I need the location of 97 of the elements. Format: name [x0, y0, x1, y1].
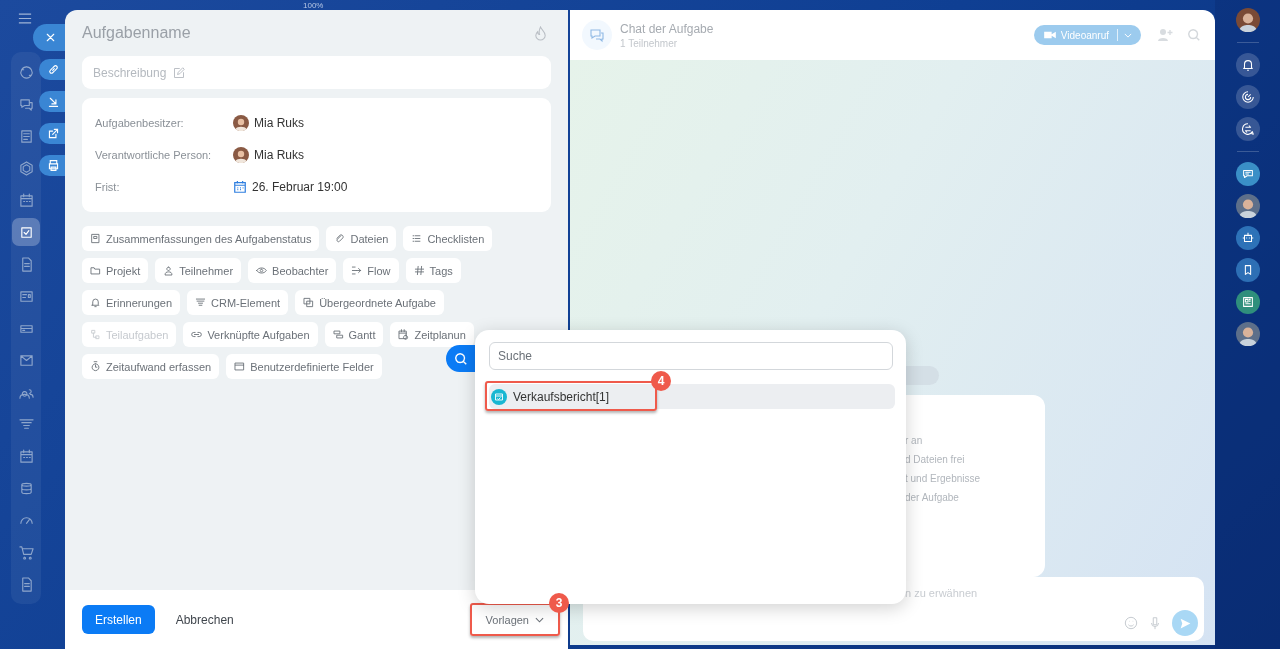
hash-icon: [413, 265, 425, 276]
folder-icon: [90, 265, 101, 276]
option-chip[interactable]: Übergeordnete Aufgabe: [295, 290, 444, 315]
template-item[interactable]: Verkaufsbericht[1]: [489, 384, 895, 409]
ring-icon: [18, 64, 34, 80]
news-icon[interactable]: [1235, 290, 1260, 314]
option-chip[interactable]: Erinnerungen: [82, 290, 181, 315]
checkbox-icon: [18, 224, 34, 240]
calendar-icon: [18, 448, 34, 464]
camera-icon: [1042, 30, 1057, 40]
mail-icon: [18, 352, 34, 368]
funnel-icon: [195, 297, 207, 308]
chat-icon: [582, 20, 612, 50]
quick-action-button[interactable]: [39, 59, 67, 80]
option-chip[interactable]: Zeitplanun: [390, 322, 474, 347]
spiral-icon[interactable]: [1235, 85, 1260, 109]
hexagon-icon: [18, 160, 34, 176]
zoom-label: 100%: [303, 1, 324, 10]
cart-icon: [18, 544, 34, 560]
database-icon: [18, 480, 34, 496]
cancel-button[interactable]: Abbrechen: [154, 605, 255, 634]
step-marker: 4: [651, 371, 671, 391]
step-marker: 3: [549, 593, 569, 613]
field-value[interactable]: Mia Ruks: [254, 148, 304, 162]
option-chip[interactable]: Teilnehmer: [155, 258, 242, 283]
link-icon: [191, 329, 203, 340]
avatar: [233, 147, 249, 163]
quick-action-button[interactable]: [39, 91, 67, 112]
calendar-icon: [233, 180, 247, 194]
option-chip[interactable]: Benutzerdefinierte Felder: [226, 354, 382, 379]
flow-icon: [351, 265, 363, 276]
link-icon: [46, 63, 60, 76]
funnel-icon: [18, 416, 34, 432]
field-label: Verantwortliche Person:: [95, 149, 213, 161]
field-value[interactable]: Mia Ruks: [254, 116, 304, 130]
edit-icon: [173, 66, 185, 79]
print-icon: [46, 159, 60, 172]
avatar: [233, 115, 249, 131]
arrow-icon: [46, 95, 60, 108]
option-chip[interactable]: Zeitaufwand erfassen: [82, 354, 220, 379]
calendar-clock-icon: [398, 329, 410, 340]
caret-icon: [535, 616, 544, 623]
stopwatch-icon: [90, 361, 101, 372]
person-icon: [163, 265, 175, 276]
task-link-icon: [303, 297, 315, 308]
menu-icon[interactable]: [18, 13, 32, 24]
caret-icon: [1124, 32, 1132, 38]
option-chip[interactable]: Dateien: [326, 226, 397, 251]
paperclip-icon: [334, 233, 346, 244]
emoji-icon[interactable]: [1124, 616, 1138, 630]
chat-icon: [18, 96, 34, 112]
search-field[interactable]: Suche: [489, 342, 893, 370]
send-icon: [1178, 616, 1192, 630]
avatar[interactable]: [1235, 322, 1260, 346]
subtasks-icon: [90, 329, 101, 340]
document-icon: [18, 128, 34, 144]
quick-action-button[interactable]: [39, 155, 67, 176]
external-link-icon: [46, 127, 60, 140]
description-field[interactable]: Beschreibung: [93, 65, 171, 80]
option-chip[interactable]: CRM-Element: [187, 290, 289, 315]
option-chip[interactable]: Verknüpfte Aufgaben: [183, 322, 318, 347]
bookmark-icon[interactable]: [1235, 258, 1260, 282]
document-icon: [90, 233, 101, 244]
flame-icon[interactable]: [533, 25, 548, 41]
template-icon: [491, 388, 507, 405]
chat-title: Chat der Aufgabe: [620, 21, 714, 36]
bell-icon: [90, 297, 101, 308]
nav-item[interactable]: [12, 218, 40, 246]
field-label: Frist:: [95, 181, 121, 193]
field-label: Aufgabenbesitzer:: [95, 117, 185, 129]
option-chip[interactable]: Flow: [343, 258, 399, 283]
avatar[interactable]: [1235, 8, 1260, 32]
option-chip[interactable]: Gantt: [324, 322, 384, 347]
eye-icon: [256, 265, 268, 276]
option-chip[interactable]: Projekt: [82, 258, 149, 283]
info-text: r an: [905, 435, 924, 446]
card-icon: [18, 288, 34, 304]
option-chip[interactable]: Zusammenfassungen des Aufgabenstatus: [82, 226, 320, 251]
search-icon: [454, 351, 468, 366]
create-button[interactable]: Erstellen: [82, 605, 155, 634]
option-chip[interactable]: Beobachter: [248, 258, 337, 283]
field-value[interactable]: 26. Februar 19:00: [252, 180, 348, 194]
send-button[interactable]: [1172, 610, 1198, 636]
search-button[interactable]: [446, 345, 476, 372]
quick-action-button[interactable]: [33, 24, 67, 51]
chat-swap-icon[interactable]: [1235, 117, 1260, 141]
calendar-icon: [18, 192, 34, 208]
gantt-icon: [332, 329, 344, 340]
quick-action-button[interactable]: [39, 123, 67, 144]
option-chip[interactable]: Checklisten: [403, 226, 493, 251]
option-chip[interactable]: Tags: [405, 258, 461, 283]
robot-icon[interactable]: [1235, 226, 1260, 250]
form-icon: [234, 361, 246, 372]
list-icon: [411, 233, 423, 244]
bell-icon[interactable]: [1235, 53, 1260, 77]
chat-app-icon[interactable]: [1235, 162, 1260, 186]
avatar[interactable]: [1235, 194, 1260, 218]
